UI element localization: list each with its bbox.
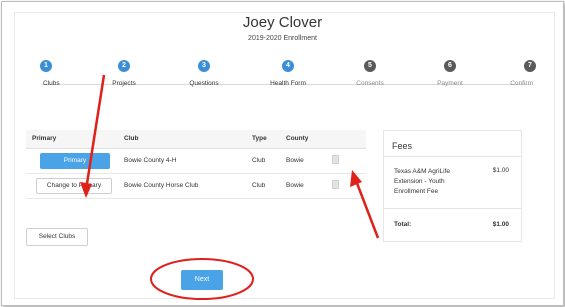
table-header-row: Primary Club Type County — [26, 130, 366, 149]
header-club: Club — [118, 130, 246, 149]
clubs-table: Primary Club Type County Primary Bowie C… — [26, 130, 366, 199]
fee-description: Texas A&M AgriLife Extension - Youth Enr… — [394, 168, 450, 195]
total-amount: $1.00 — [492, 221, 509, 228]
header-type: Type — [246, 130, 280, 149]
step-clubs[interactable]: 1 Clubs — [11, 60, 81, 87]
club-name: Bowie County 4-H — [118, 148, 246, 174]
fees-total-row: Total: $1.00 — [384, 209, 521, 239]
step-number: 6 — [444, 60, 456, 72]
step-label: Consents — [356, 80, 384, 87]
step-projects[interactable]: 2 Projects — [89, 60, 159, 87]
step-number: 2 — [118, 60, 130, 72]
primary-cell: Primary — [26, 148, 118, 174]
step-questions[interactable]: 3 Questions — [169, 60, 239, 87]
step-payment[interactable]: 6 Payment — [415, 60, 485, 87]
step-label: Health Form — [270, 80, 306, 87]
enrollment-year: 2019-2020 Enrollment — [248, 35, 317, 42]
select-clubs-button[interactable]: Select Clubs — [26, 228, 88, 246]
step-label: Confirm — [510, 80, 533, 87]
total-label: Total: — [394, 221, 412, 228]
club-type: Club — [246, 173, 280, 199]
primary-cell: Change to Primary — [26, 173, 118, 199]
step-number: 7 — [524, 60, 536, 72]
header-primary: Primary — [26, 130, 118, 149]
club-name: Bowie County Horse Club — [118, 173, 246, 199]
table-row: Primary Bowie County 4-H Club Bowie — [26, 148, 366, 174]
club-county: Bowie — [280, 148, 326, 174]
primary-button[interactable]: Primary — [40, 152, 110, 169]
trash-icon[interactable] — [332, 155, 339, 164]
header-actions — [326, 130, 366, 149]
step-label: Projects — [112, 80, 136, 87]
trash-icon[interactable] — [332, 180, 339, 189]
step-number: 1 — [40, 60, 52, 72]
fees-panel: Fees Texas A&M AgriLife Extension - Yout… — [383, 130, 522, 242]
club-type: Club — [246, 148, 280, 174]
page-header: Joey Clover 2019-2020 Enrollment — [0, 14, 565, 42]
member-name: Joey Clover — [242, 14, 323, 31]
step-health-form[interactable]: 4 Health Form — [253, 60, 323, 87]
step-label: Payment — [437, 80, 463, 87]
change-to-primary-button[interactable]: Change to Primary — [36, 177, 112, 194]
header-county: County — [280, 130, 326, 149]
actions-cell — [326, 148, 366, 174]
fee-amount: $1.00 — [492, 167, 509, 174]
fees-title: Fees — [384, 131, 521, 157]
step-consents[interactable]: 5 Consents — [335, 60, 405, 87]
step-number: 5 — [364, 60, 376, 72]
next-button[interactable]: Next — [181, 270, 223, 290]
step-number: 3 — [198, 60, 210, 72]
step-number: 4 — [282, 60, 294, 72]
actions-cell — [326, 173, 366, 199]
step-label: Clubs — [43, 80, 60, 87]
fee-row: Texas A&M AgriLife Extension - Youth Enr… — [384, 157, 521, 209]
club-county: Bowie — [280, 173, 326, 199]
step-confirm[interactable]: 7 Confirm — [495, 60, 565, 87]
step-label: Questions — [189, 80, 219, 87]
table-row: Change to Primary Bowie County Horse Clu… — [26, 173, 366, 199]
